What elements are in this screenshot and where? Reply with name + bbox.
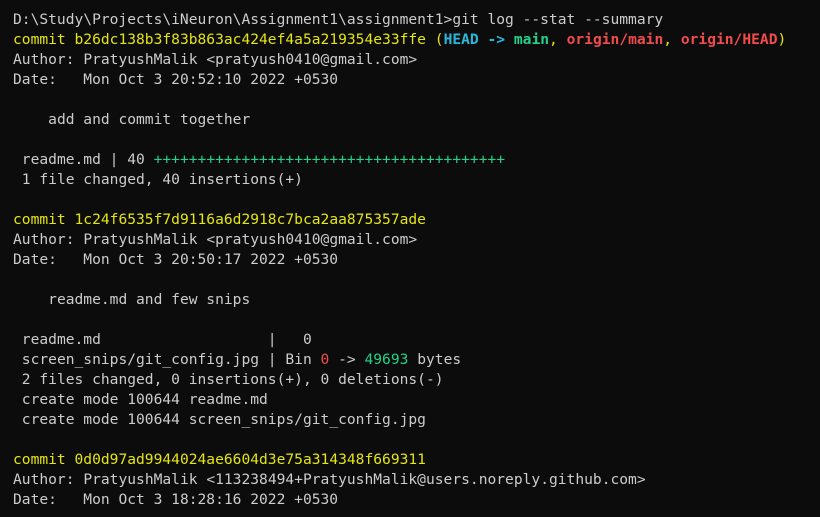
stat-line: readme.md | 0 <box>13 330 820 350</box>
author-label: Author: <box>13 231 75 248</box>
create-mode-text: create mode 100644 readme.md <box>21 391 268 408</box>
date-line: Date: Mon Oct 3 20:52:10 2022 +0530 <box>13 70 820 90</box>
ref-head: HEAD -> <box>443 31 506 48</box>
stat-file: readme.md | 40 <box>21 151 145 168</box>
stat-line: readme.md | 40 +++++++++++++++++++++++++… <box>13 150 820 170</box>
commit-message-text: readme.md and few snips <box>48 291 251 308</box>
commit-message-text: add and commit together <box>48 111 251 128</box>
author-line: Author: PratyushMalik <pratyush0410@gmai… <box>13 50 820 70</box>
author-value: PratyushMalik <pratyush0410@gmail.com> <box>83 51 418 68</box>
stat-line: screen_snips/git_config.jpg | Bin 0 -> 4… <box>13 350 820 370</box>
stat-bin-unit: bytes <box>408 351 462 368</box>
create-mode-text: create mode 100644 screen_snips/git_conf… <box>21 411 426 428</box>
date-value: Mon Oct 3 20:50:17 2022 +0530 <box>83 251 339 268</box>
commit-message: readme.md and few snips <box>13 290 820 310</box>
summary-line: 1 file changed, 40 insertions(+) <box>13 170 820 190</box>
refs-separator: , <box>663 31 681 48</box>
ref-branch-main: main <box>513 31 550 48</box>
commit-label: commit <box>13 451 66 468</box>
commit-header: commit 0d0d97ad9944024ae6604d3e75a314348… <box>13 450 820 470</box>
create-mode-line: create mode 100644 screen_snips/git_conf… <box>13 410 820 430</box>
commit-header: commit 1c24f6535f7d9116a6d2918c7bca2aa87… <box>13 210 820 230</box>
commit-label: commit <box>13 31 66 48</box>
date-line: Date: Mon Oct 3 18:28:16 2022 +0530 <box>13 490 820 510</box>
commit-hash: 0d0d97ad9944024ae6604d3e75a314348f669311 <box>74 451 426 468</box>
create-mode-line: create mode 100644 readme.md <box>13 390 820 410</box>
author-value: PratyushMalik <pratyush0410@gmail.com> <box>83 231 418 248</box>
ref-origin-head: origin/HEAD <box>680 31 778 48</box>
author-line: Author: PratyushMalik <113238494+Pratyus… <box>13 470 820 490</box>
stat-bin-to: 49693 <box>364 351 409 368</box>
commit-label: commit <box>13 211 66 228</box>
author-value: PratyushMalik <113238494+PratyushMalik@u… <box>83 471 646 488</box>
refs-open-paren: ( <box>434 31 444 48</box>
refs-close-paren: ) <box>777 31 787 48</box>
summary-text: 2 files changed, 0 insertions(+), 0 dele… <box>21 371 444 388</box>
commit-hash: b26dc138b3f83b863ac424ef4a5a219354e33ffe <box>74 31 426 48</box>
date-value: Mon Oct 3 18:28:16 2022 +0530 <box>83 491 339 508</box>
summary-text: 1 file changed, 40 insertions(+) <box>21 171 303 188</box>
date-value: Mon Oct 3 20:52:10 2022 +0530 <box>83 71 339 88</box>
author-line: Author: PratyushMalik <pratyush0410@gmai… <box>13 230 820 250</box>
stat-bar: ++++++++++++++++++++++++++++++++++++++++ <box>153 151 506 168</box>
prompt-line: D:\Study\Projects\iNeuron\Assignment1\as… <box>13 10 820 30</box>
stat-bin-arrow: -> <box>329 351 365 368</box>
stat-file: readme.md | 0 <box>21 331 312 348</box>
date-label: Date: <box>13 251 57 268</box>
date-label: Date: <box>13 71 57 88</box>
refs-separator: , <box>549 31 567 48</box>
prompt-path: D:\Study\Projects\iNeuron\Assignment1\as… <box>13 11 453 28</box>
commit-header: commit b26dc138b3f83b863ac424ef4a5a21935… <box>13 30 820 50</box>
commit-hash: 1c24f6535f7d9116a6d2918c7bca2aa875357ade <box>74 211 426 228</box>
terminal-window[interactable]: D:\Study\Projects\iNeuron\Assignment1\as… <box>0 0 820 517</box>
ref-origin-main: origin/main <box>566 31 664 48</box>
date-line: Date: Mon Oct 3 20:50:17 2022 +0530 <box>13 250 820 270</box>
stat-file: screen_snips/git_config.jpg | Bin <box>21 351 321 368</box>
stat-bin-from: 0 <box>320 351 330 368</box>
date-label: Date: <box>13 491 57 508</box>
author-label: Author: <box>13 471 75 488</box>
prompt-command: git log --stat --summary <box>452 11 664 28</box>
commit-message: add and commit together <box>13 110 820 130</box>
author-label: Author: <box>13 51 75 68</box>
summary-line: 2 files changed, 0 insertions(+), 0 dele… <box>13 370 820 390</box>
